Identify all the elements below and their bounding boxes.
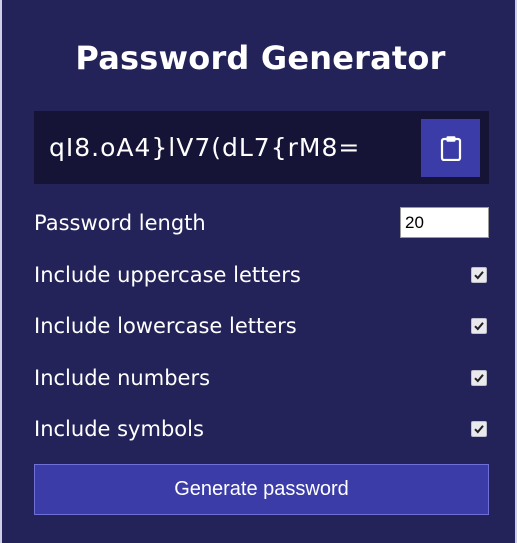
symbols-checkbox[interactable] bbox=[471, 421, 487, 437]
clipboard-icon bbox=[440, 135, 462, 161]
copy-to-clipboard-button[interactable] bbox=[421, 119, 480, 177]
result-container: qI8.oA4}lV7(dL7{rM8= bbox=[34, 111, 489, 184]
checkmark-icon bbox=[474, 425, 484, 434]
uppercase-label: Include uppercase letters bbox=[34, 263, 301, 287]
length-input[interactable] bbox=[400, 207, 489, 238]
numbers-label: Include numbers bbox=[34, 366, 211, 390]
page-title: Password Generator bbox=[75, 39, 446, 77]
uppercase-setting: Include uppercase letters bbox=[34, 259, 489, 291]
uppercase-checkbox[interactable] bbox=[471, 267, 487, 283]
checkmark-icon bbox=[474, 374, 484, 383]
lowercase-label: Include lowercase letters bbox=[34, 314, 297, 338]
checkmark-icon bbox=[474, 322, 484, 331]
numbers-checkbox[interactable] bbox=[471, 370, 487, 386]
lowercase-setting: Include lowercase letters bbox=[34, 310, 489, 342]
symbols-setting: Include symbols bbox=[34, 413, 489, 445]
symbols-label: Include symbols bbox=[34, 417, 204, 441]
lowercase-checkbox[interactable] bbox=[471, 318, 487, 334]
generate-password-button[interactable]: Generate password bbox=[34, 464, 489, 515]
password-generator-panel: Password Generator qI8.oA4}lV7(dL7{rM8= … bbox=[0, 0, 517, 543]
numbers-setting: Include numbers bbox=[34, 362, 489, 394]
generated-password: qI8.oA4}lV7(dL7{rM8= bbox=[49, 133, 361, 162]
length-setting: Password length bbox=[34, 207, 489, 239]
checkmark-icon bbox=[474, 271, 484, 280]
length-label: Password length bbox=[34, 211, 206, 235]
